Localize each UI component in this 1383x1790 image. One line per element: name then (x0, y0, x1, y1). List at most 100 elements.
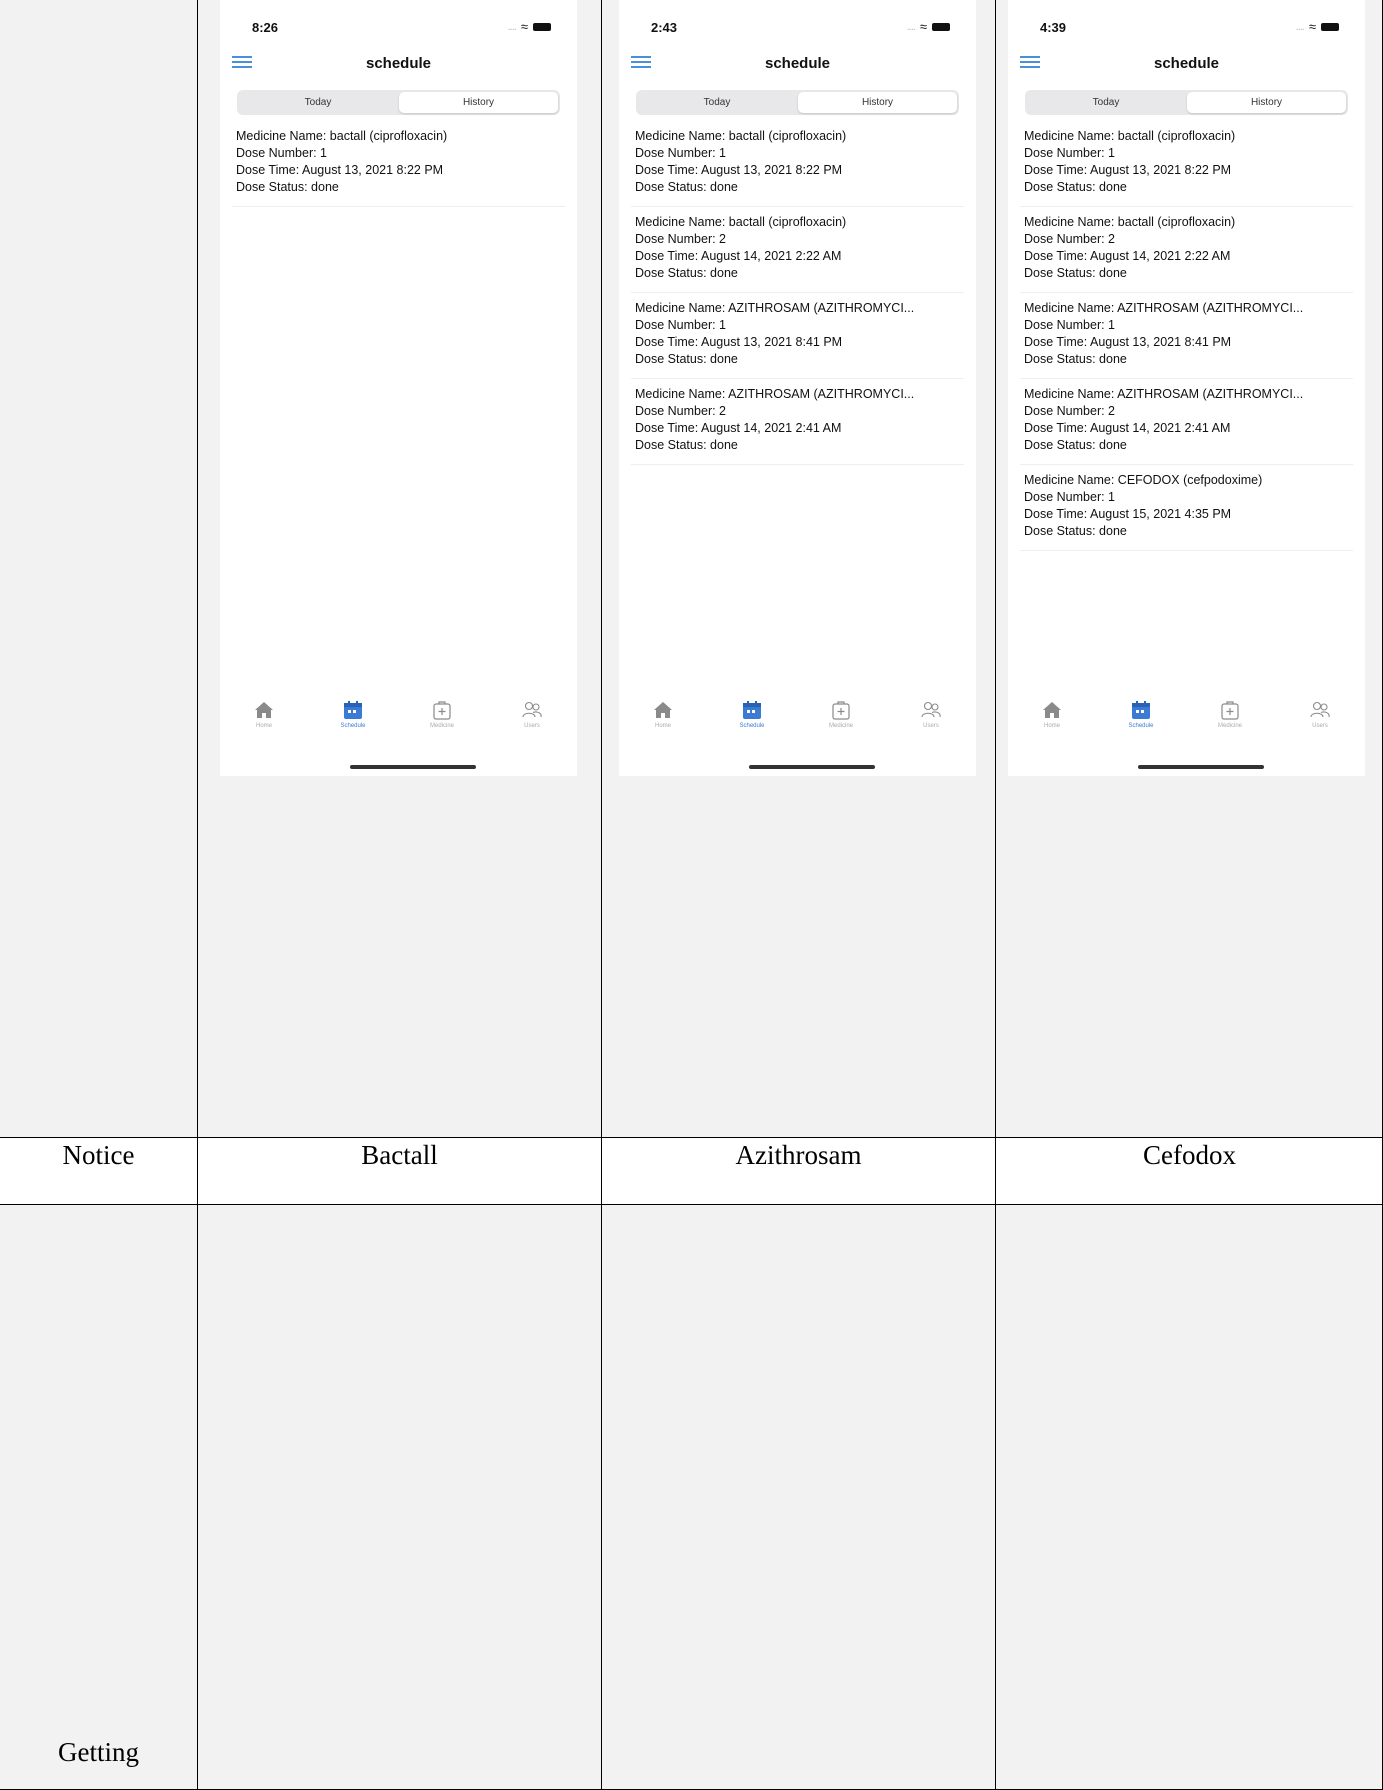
status-time: 8:26 (252, 20, 279, 35)
dose-entry[interactable]: Medicine Name: bactall (ciprofloxacin) Do… (1024, 128, 1350, 196)
medicine-name: Medicine Name: AZITHROSAM (AZITHROMYCI..… (635, 301, 915, 315)
dose-time: Dose Time: August 13, 2021 8:41 PM (635, 335, 843, 349)
calendar-icon (743, 701, 761, 719)
dose-status: Dose Status: done (1024, 180, 1127, 194)
phone-screenshot: 8:26 .... ≈ schedule Today History Medicine Na… (220, 0, 577, 776)
getting-cell-3 (996, 1205, 1383, 1790)
column-divider (601, 0, 602, 1790)
dose-entry[interactable]: Medicine Name: bactall (ciprofloxacin) Do… (635, 128, 961, 196)
dose-entry[interactable]: Medicine Name: bactall (ciprofloxacin) Do… (1024, 214, 1350, 282)
dose-number: Dose Number: 2 (1024, 232, 1116, 246)
entry-divider (631, 378, 964, 379)
tab-history[interactable]: History (798, 92, 957, 113)
signal-icon: .... (906, 20, 916, 33)
nav-schedule[interactable]: Schedule (722, 700, 782, 729)
status-icons: .... ≈ (508, 19, 551, 34)
status-icons: .... ≈ (907, 19, 950, 34)
entry-divider (631, 292, 964, 293)
status-time: 4:39 (1040, 20, 1067, 35)
medicine-name: Medicine Name: AZITHROSAM (AZITHROMYCI..… (1024, 301, 1304, 315)
tab-history[interactable]: History (1187, 92, 1346, 113)
dose-status: Dose Status: done (635, 352, 738, 366)
medicine-name: Medicine Name: AZITHROSAM (AZITHROMYCI..… (635, 387, 915, 401)
entry-divider (1020, 206, 1353, 207)
medicine-name: Medicine Name: bactall (ciprofloxacin) (1024, 215, 1236, 229)
dose-number: Dose Number: 1 (1024, 490, 1116, 504)
users-icon (522, 701, 542, 718)
wifi-icon: ≈ (1308, 19, 1316, 34)
nav-users[interactable]: Users (1290, 700, 1350, 729)
medicine-box-icon (433, 701, 451, 720)
tab-today[interactable]: Today (638, 92, 796, 113)
dose-time: Dose Time: August 13, 2021 8:41 PM (1024, 335, 1232, 349)
dose-number: Dose Number: 2 (1024, 404, 1116, 418)
entry-divider (1020, 550, 1353, 551)
dose-entry[interactable]: Medicine Name: bactall (ciprofloxacin) Do… (635, 214, 961, 282)
battery-icon (533, 22, 551, 31)
dose-status: Dose Status: done (1024, 352, 1127, 366)
dose-number: Dose Number: 1 (635, 146, 727, 160)
dose-status: Dose Status: done (1024, 438, 1127, 452)
dose-time: Dose Time: August 13, 2021 8:22 PM (1024, 163, 1232, 177)
tab-today[interactable]: Today (239, 92, 397, 113)
dose-number: Dose Number: 1 (635, 318, 727, 332)
column-divider (197, 0, 198, 1790)
column-header-bactall: Bactall (361, 1140, 438, 1170)
column-divider (995, 0, 996, 1790)
bottom-tab-bar: Home Schedule Medicine Users (619, 700, 976, 750)
dose-number: Dose Number: 1 (1024, 318, 1116, 332)
dose-time: Dose Time: August 14, 2021 2:41 AM (635, 421, 842, 435)
row-divider (0, 1204, 1383, 1205)
tab-history[interactable]: History (399, 92, 558, 113)
dose-time: Dose Time: August 15, 2021 4:35 PM (1024, 507, 1232, 521)
medicine-name: Medicine Name: AZITHROSAM (AZITHROMYCI..… (1024, 387, 1304, 401)
dose-status: Dose Status: done (1024, 266, 1127, 280)
battery-icon (1321, 22, 1339, 31)
entry-divider (631, 464, 964, 465)
phone-screenshot: 4:39.... ≈ schedule Today History Medicine Na… (1008, 0, 1365, 776)
medicine-name: Medicine Name: CEFODOX (cefpodoxime) (1024, 473, 1263, 487)
dose-number: Dose Number: 1 (236, 146, 328, 160)
nav-home[interactable]: Home (234, 700, 294, 729)
getting-cell-1 (198, 1205, 601, 1790)
nav-users[interactable]: Users (502, 700, 562, 729)
users-icon (921, 701, 941, 718)
signal-icon: .... (1295, 20, 1305, 33)
home-indicator (749, 765, 875, 769)
phone-screenshot: 2:43.... ≈ schedule Today History Medicine Na… (619, 0, 976, 776)
medicine-name: Medicine Name: bactall (ciprofloxacin) (635, 215, 847, 229)
segmented-control: Today History (636, 90, 959, 115)
segmented-control: Today History (237, 90, 560, 115)
home-icon (255, 702, 273, 718)
nav-home[interactable]: Home (1022, 700, 1082, 729)
medicine-box-icon (832, 701, 850, 720)
dose-status: Dose Status: done (236, 180, 339, 194)
dose-time: Dose Time: August 14, 2021 2:22 AM (635, 249, 842, 263)
column-header-cefodox: Cefodox (1143, 1140, 1236, 1170)
nav-home[interactable]: Home (633, 700, 693, 729)
status-time: 2:43 (651, 20, 678, 35)
medicine-name: Medicine Name: bactall (ciprofloxacin) (1024, 129, 1236, 143)
dose-entry[interactable]: Medicine Name: AZITHROSAM (AZITHROMYCI..… (635, 386, 961, 454)
tab-today[interactable]: Today (1027, 92, 1185, 113)
entry-divider (1020, 292, 1353, 293)
nav-schedule[interactable]: Schedule (1111, 700, 1171, 729)
dose-time: Dose Time: August 13, 2021 8:22 PM (236, 163, 444, 177)
dose-entry[interactable]: Medicine Name: bactall (ciprofloxacin) Do… (236, 128, 562, 196)
nav-medicine[interactable]: Medicine (811, 700, 871, 729)
dose-entry[interactable]: Medicine Name: CEFODOX (cefpodoxime) Dose… (1024, 472, 1350, 540)
dose-number: Dose Number: 2 (635, 404, 727, 418)
dose-time: Dose Time: August 13, 2021 8:22 PM (635, 163, 843, 177)
home-indicator (350, 765, 476, 769)
nav-schedule[interactable]: Schedule (323, 700, 383, 729)
column-header-azithrosam: Azithrosam (735, 1140, 862, 1170)
nav-medicine[interactable]: Medicine (412, 700, 472, 729)
segmented-control: Today History (1025, 90, 1348, 115)
nav-medicine[interactable]: Medicine (1200, 700, 1260, 729)
home-icon (1043, 702, 1061, 718)
nav-users[interactable]: Users (901, 700, 961, 729)
dose-entry[interactable]: Medicine Name: AZITHROSAM (AZITHROMYCI..… (1024, 386, 1350, 454)
dose-entry[interactable]: Medicine Name: AZITHROSAM (AZITHROMYCI..… (1024, 300, 1350, 368)
dose-entry[interactable]: Medicine Name: AZITHROSAM (AZITHROMYCI..… (635, 300, 961, 368)
screen-title: schedule (365, 55, 432, 72)
